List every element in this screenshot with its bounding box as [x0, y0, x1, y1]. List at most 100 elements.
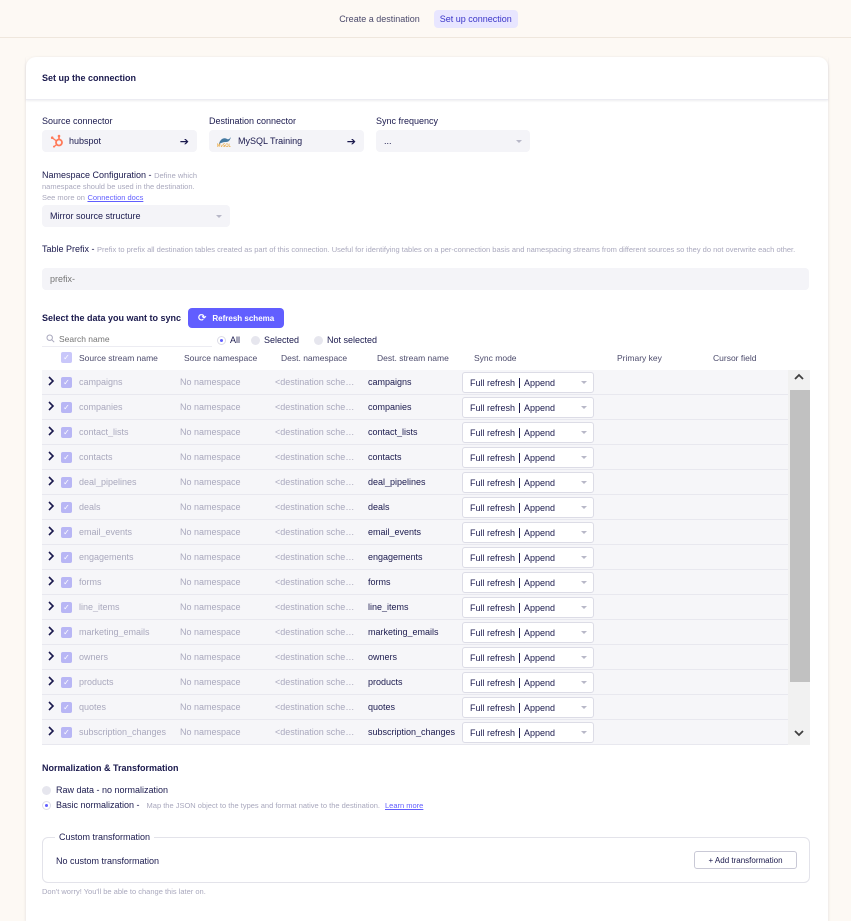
chevron-right-icon[interactable] — [47, 576, 55, 589]
chevron-right-icon[interactable] — [47, 676, 55, 689]
sync-mode-select[interactable]: Full refresh Append — [462, 472, 594, 493]
col-dest-stream[interactable]: Dest. stream name — [377, 353, 449, 363]
dest-stream-name[interactable]: forms — [368, 577, 458, 587]
sync-mode-select[interactable]: Full refresh Append — [462, 572, 594, 593]
scrollbar-thumb[interactable] — [790, 390, 810, 682]
filter-all[interactable]: All — [217, 335, 240, 345]
chevron-right-icon[interactable] — [47, 651, 55, 664]
dest-stream-name[interactable]: engagements — [368, 552, 458, 562]
table-row[interactable]: ✓ subscription_changes No namespace <destin… — [42, 720, 788, 745]
dest-stream-name[interactable]: products — [368, 677, 458, 687]
table-row[interactable]: ✓ engagements No namespace <destination sch… — [42, 545, 788, 570]
chevron-right-icon[interactable] — [47, 401, 55, 414]
dest-stream-name[interactable]: deals — [368, 502, 458, 512]
raw-data-option[interactable]: Raw data - no normalization — [42, 785, 168, 795]
col-sync-mode[interactable]: Sync mode — [474, 353, 517, 363]
row-checkbox[interactable]: ✓ — [61, 527, 72, 538]
dest-stream-name[interactable]: email_events — [368, 527, 458, 537]
chevron-right-icon[interactable] — [47, 451, 55, 464]
table-row[interactable]: ✓ forms No namespace <destination schema> fo… — [42, 570, 788, 595]
connection-docs-link[interactable]: Connection docs — [87, 193, 143, 202]
table-row[interactable]: ✓ email_events No namespace <destination sc… — [42, 520, 788, 545]
row-checkbox[interactable]: ✓ — [61, 452, 72, 463]
table-row[interactable]: ✓ contact_lists No namespace <destination s… — [42, 420, 788, 445]
sync-mode-select[interactable]: Full refresh Append — [462, 647, 594, 668]
row-checkbox[interactable]: ✓ — [61, 602, 72, 613]
table-row[interactable]: ✓ campaigns No namespace <destination schem… — [42, 370, 788, 395]
chevron-right-icon[interactable] — [47, 501, 55, 514]
chevron-right-icon[interactable] — [47, 726, 55, 739]
dest-stream-name[interactable]: deal_pipelines — [368, 477, 458, 487]
sync-frequency-select[interactable]: ... — [376, 130, 530, 152]
select-all-checkbox[interactable]: ✓ — [61, 352, 72, 363]
chevron-right-icon[interactable] — [47, 601, 55, 614]
chevron-right-icon[interactable] — [47, 526, 55, 539]
filter-selected[interactable]: Selected — [251, 335, 299, 345]
row-checkbox[interactable]: ✓ — [61, 627, 72, 638]
search-input[interactable] — [59, 334, 199, 344]
sync-mode-select[interactable]: Full refresh Append — [462, 547, 594, 568]
table-row[interactable]: ✓ products No namespace <destination schema… — [42, 670, 788, 695]
dest-stream-name[interactable]: quotes — [368, 702, 458, 712]
row-checkbox[interactable]: ✓ — [61, 552, 72, 563]
sync-mode-select[interactable]: Full refresh Append — [462, 447, 594, 468]
add-transformation-button[interactable]: + Add transformation — [694, 851, 797, 869]
dest-stream-name[interactable]: contact_lists — [368, 427, 458, 437]
dest-stream-name[interactable]: contacts — [368, 452, 458, 462]
chevron-right-icon[interactable] — [47, 426, 55, 439]
table-row[interactable]: ✓ deals No namespace <destination schema> de… — [42, 495, 788, 520]
dest-stream-name[interactable]: owners — [368, 652, 458, 662]
sync-mode-select[interactable]: Full refresh Append — [462, 722, 594, 743]
table-scrollbar[interactable] — [788, 370, 810, 745]
basic-normalization-option[interactable]: Basic normalization - Map the JSON objec… — [42, 800, 423, 810]
sync-mode-select[interactable]: Full refresh Append — [462, 372, 594, 393]
chevron-right-icon[interactable] — [47, 551, 55, 564]
dest-stream-name[interactable]: subscription_changes — [368, 727, 458, 737]
row-checkbox[interactable]: ✓ — [61, 652, 72, 663]
table-row[interactable]: ✓ companies No namespace <destination schem… — [42, 395, 788, 420]
sync-mode-select[interactable]: Full refresh Append — [462, 597, 594, 618]
namespace-select[interactable]: Mirror source structure — [42, 205, 230, 227]
dest-stream-name[interactable]: companies — [368, 402, 458, 412]
col-source-stream[interactable]: Source stream name — [79, 353, 158, 363]
table-row[interactable]: ✓ owners No namespace <destination schema> o… — [42, 645, 788, 670]
dest-stream-name[interactable]: marketing_emails — [368, 627, 458, 637]
sync-mode-select[interactable]: Full refresh Append — [462, 397, 594, 418]
destination-connector-field[interactable]: MySQL MySQL Training ➔ — [209, 130, 364, 152]
table-row[interactable]: ✓ contacts No namespace <destination schema… — [42, 445, 788, 470]
scroll-down-icon[interactable] — [793, 727, 805, 742]
chevron-right-icon[interactable] — [47, 701, 55, 714]
step-create-destination[interactable]: Create a destination — [333, 10, 426, 28]
sync-mode-select[interactable]: Full refresh Append — [462, 622, 594, 643]
sync-mode-select[interactable]: Full refresh Append — [462, 672, 594, 693]
chevron-right-icon[interactable] — [47, 376, 55, 389]
row-checkbox[interactable]: ✓ — [61, 477, 72, 488]
dest-stream-name[interactable]: line_items — [368, 602, 458, 612]
table-row[interactable]: ✓ deal_pipelines No namespace <destination … — [42, 470, 788, 495]
row-checkbox[interactable]: ✓ — [61, 727, 72, 738]
row-checkbox[interactable]: ✓ — [61, 427, 72, 438]
col-source-namespace[interactable]: Source namespace — [184, 353, 257, 363]
sync-mode-select[interactable]: Full refresh Append — [462, 522, 594, 543]
table-row[interactable]: ✓ quotes No namespace <destination schema> q… — [42, 695, 788, 720]
sync-mode-select[interactable]: Full refresh Append — [462, 697, 594, 718]
row-checkbox[interactable]: ✓ — [61, 702, 72, 713]
refresh-schema-button[interactable]: ⟳ Refresh schema — [188, 308, 285, 328]
row-checkbox[interactable]: ✓ — [61, 577, 72, 588]
search-box[interactable] — [42, 332, 212, 347]
col-primary-key[interactable]: Primary key — [617, 353, 662, 363]
source-connector-field[interactable]: hubspot ➔ — [42, 130, 197, 152]
step-set-up-connection[interactable]: Set up connection — [433, 9, 518, 28]
table-row[interactable]: ✓ marketing_emails No namespace <destinatio… — [42, 620, 788, 645]
prefix-input[interactable] — [42, 268, 809, 290]
chevron-right-icon[interactable] — [47, 626, 55, 639]
row-checkbox[interactable]: ✓ — [61, 677, 72, 688]
col-cursor-field[interactable]: Cursor field — [713, 353, 756, 363]
scroll-up-icon[interactable] — [793, 371, 805, 386]
sync-mode-select[interactable]: Full refresh Append — [462, 497, 594, 518]
learn-more-link[interactable]: Learn more — [385, 801, 423, 810]
row-checkbox[interactable]: ✓ — [61, 502, 72, 513]
chevron-right-icon[interactable] — [47, 476, 55, 489]
row-checkbox[interactable]: ✓ — [61, 377, 72, 388]
dest-stream-name[interactable]: campaigns — [368, 377, 458, 387]
